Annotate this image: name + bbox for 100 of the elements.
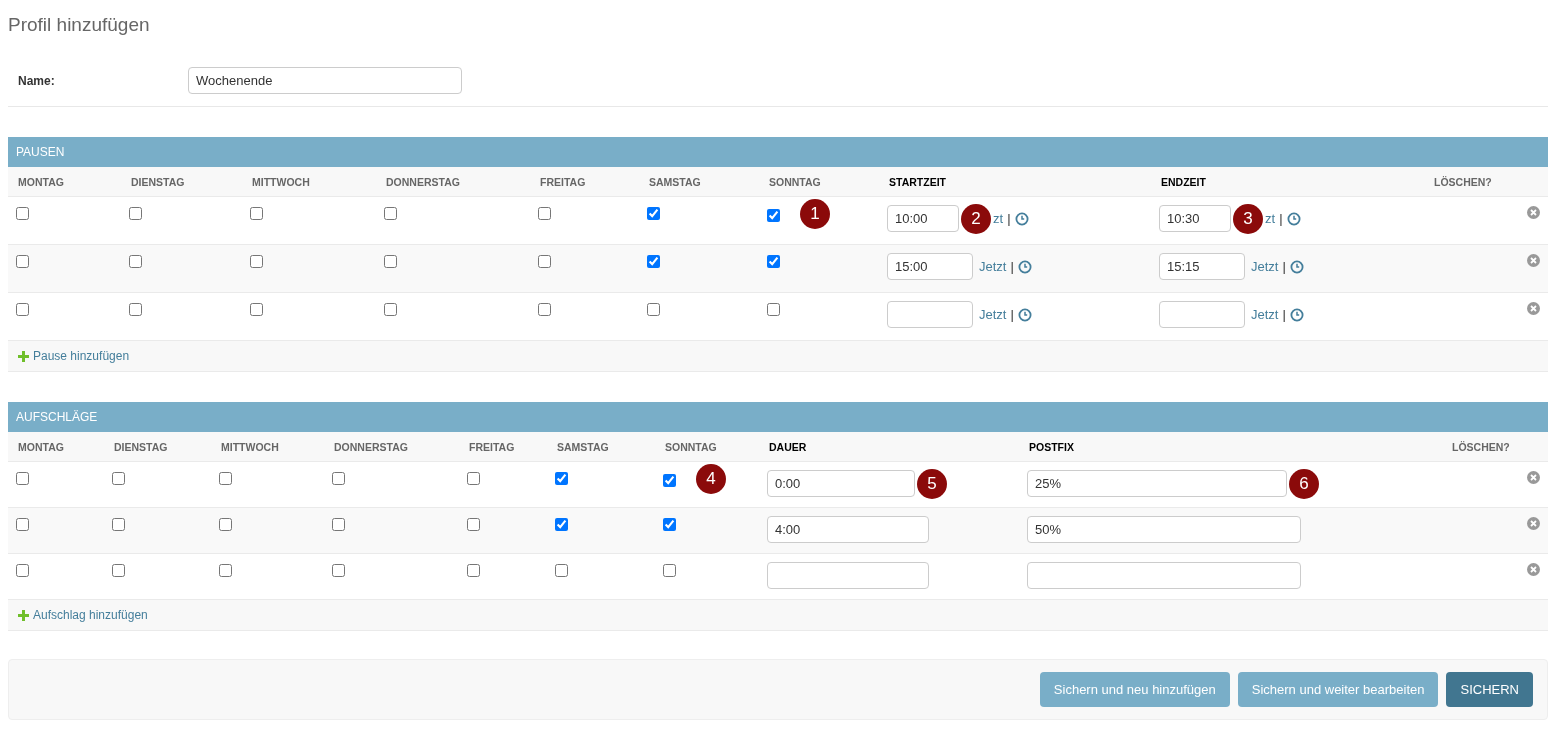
now-link[interactable]: zt (1265, 211, 1276, 226)
column-header: MONTAG (8, 432, 104, 462)
day-checkbox[interactable] (555, 564, 568, 577)
clock-icon[interactable] (1017, 307, 1032, 322)
day-checkbox[interactable] (767, 303, 780, 316)
day-checkbox[interactable] (250, 303, 263, 316)
day-checkbox[interactable] (129, 255, 142, 268)
day-checkbox[interactable] (647, 207, 660, 220)
text-field[interactable]: 0:00 (767, 470, 915, 497)
day-checkbox[interactable] (250, 207, 263, 220)
day-checkbox[interactable] (332, 564, 345, 577)
day-checkbox[interactable] (384, 207, 397, 220)
day-checkbox[interactable] (647, 255, 660, 268)
column-header: STARTZEIT (879, 167, 1151, 197)
clock-icon[interactable] (1286, 211, 1301, 226)
day-checkbox[interactable] (767, 255, 780, 268)
text-field[interactable]: 15:15 (1159, 253, 1245, 280)
now-link[interactable]: Jetzt (1251, 307, 1279, 322)
column-header: MITTWOCH (211, 432, 324, 462)
field-label: Name: (18, 73, 56, 88)
day-checkbox[interactable] (332, 472, 345, 485)
text-field[interactable]: 25% (1027, 470, 1287, 497)
day-checkbox[interactable] (384, 303, 397, 316)
add-row-link[interactable]: Aufschlag hinzufügen (33, 608, 148, 622)
separator-text: | (1010, 259, 1014, 274)
delete-icon[interactable] (1527, 254, 1540, 267)
day-checkbox[interactable] (538, 207, 551, 220)
annotation-marker: 5 (917, 468, 947, 499)
day-checkbox[interactable] (538, 255, 551, 268)
text-field[interactable] (767, 562, 929, 589)
now-link[interactable]: Jetzt (1251, 259, 1279, 274)
column-header: DONNERSTAG (376, 167, 530, 197)
delete-icon[interactable] (1527, 517, 1540, 530)
column-header: SONNTAG (655, 432, 759, 462)
now-link[interactable]: Jetzt (979, 259, 1007, 274)
day-checkbox[interactable] (538, 303, 551, 316)
column-header: SONNTAG (759, 167, 879, 197)
text-field[interactable]: 50% (1027, 516, 1301, 543)
now-link[interactable]: zt (993, 211, 1004, 226)
column-header: DIENSTAG (121, 167, 242, 197)
day-checkbox[interactable] (16, 207, 29, 220)
day-checkbox[interactable] (467, 472, 480, 485)
delete-icon[interactable] (1527, 471, 1540, 484)
add-row-link[interactable]: Pause hinzufügen (33, 349, 130, 363)
clock-icon[interactable] (1014, 211, 1029, 226)
separator-text: | (1279, 211, 1283, 226)
clock-icon[interactable] (1017, 259, 1032, 274)
clock-icon[interactable] (1289, 307, 1304, 322)
separator-text: | (1282, 259, 1286, 274)
day-checkbox[interactable] (555, 518, 568, 531)
day-checkbox[interactable] (467, 518, 480, 531)
now-link[interactable]: Jetzt (979, 307, 1007, 322)
column-header: MONTAG (8, 167, 121, 197)
column-header: DAUER (759, 432, 1019, 462)
day-checkbox[interactable] (16, 255, 29, 268)
separator-text: | (1282, 307, 1286, 322)
text-field[interactable]: 10:00 (887, 205, 959, 232)
day-checkbox[interactable] (219, 564, 232, 577)
delete-icon[interactable] (1527, 302, 1540, 315)
text-field[interactable] (1159, 301, 1245, 328)
day-checkbox[interactable] (112, 472, 125, 485)
day-checkbox[interactable] (332, 518, 345, 531)
day-checkbox[interactable] (767, 208, 780, 222)
day-checkbox[interactable] (467, 564, 480, 577)
day-checkbox[interactable] (112, 564, 125, 577)
day-checkbox[interactable] (129, 207, 142, 220)
column-header: DONNERSTAG (324, 432, 459, 462)
day-checkbox[interactable] (663, 518, 676, 531)
day-checkbox[interactable] (250, 255, 263, 268)
name-field[interactable]: Wochenende (188, 67, 462, 94)
day-checkbox[interactable] (663, 564, 676, 577)
day-checkbox[interactable] (16, 564, 29, 577)
day-checkbox[interactable] (16, 303, 29, 316)
text-field[interactable] (1027, 562, 1301, 589)
delete-icon[interactable] (1527, 563, 1540, 576)
text-field[interactable] (887, 301, 973, 328)
clock-icon[interactable] (1289, 259, 1304, 274)
day-checkbox[interactable] (16, 518, 29, 531)
annotation-marker: 4 (696, 464, 726, 494)
text-field[interactable]: 15:00 (887, 253, 973, 280)
column-header: LÖSCHEN? (1424, 167, 1548, 197)
column-header: DIENSTAG (104, 432, 211, 462)
page-title: Profil hinzufügen (8, 14, 151, 36)
day-checkbox[interactable] (647, 303, 660, 316)
column-header: LÖSCHEN? (1442, 432, 1548, 462)
text-field[interactable]: 10:30 (1159, 205, 1231, 232)
text-field[interactable]: 4:00 (767, 516, 929, 543)
save-button[interactable]: SICHERN (1446, 672, 1533, 707)
section-header: AUFSCHLÄGE (8, 402, 1548, 432)
day-checkbox[interactable] (555, 472, 568, 485)
day-checkbox[interactable] (16, 472, 29, 485)
day-checkbox[interactable] (663, 473, 676, 487)
day-checkbox[interactable] (384, 255, 397, 268)
day-checkbox[interactable] (129, 303, 142, 316)
column-header: SAMSTAG (547, 432, 655, 462)
day-checkbox[interactable] (219, 472, 232, 485)
separator-text: | (1010, 307, 1014, 322)
day-checkbox[interactable] (112, 518, 125, 531)
delete-icon[interactable] (1527, 206, 1540, 219)
day-checkbox[interactable] (219, 518, 232, 531)
